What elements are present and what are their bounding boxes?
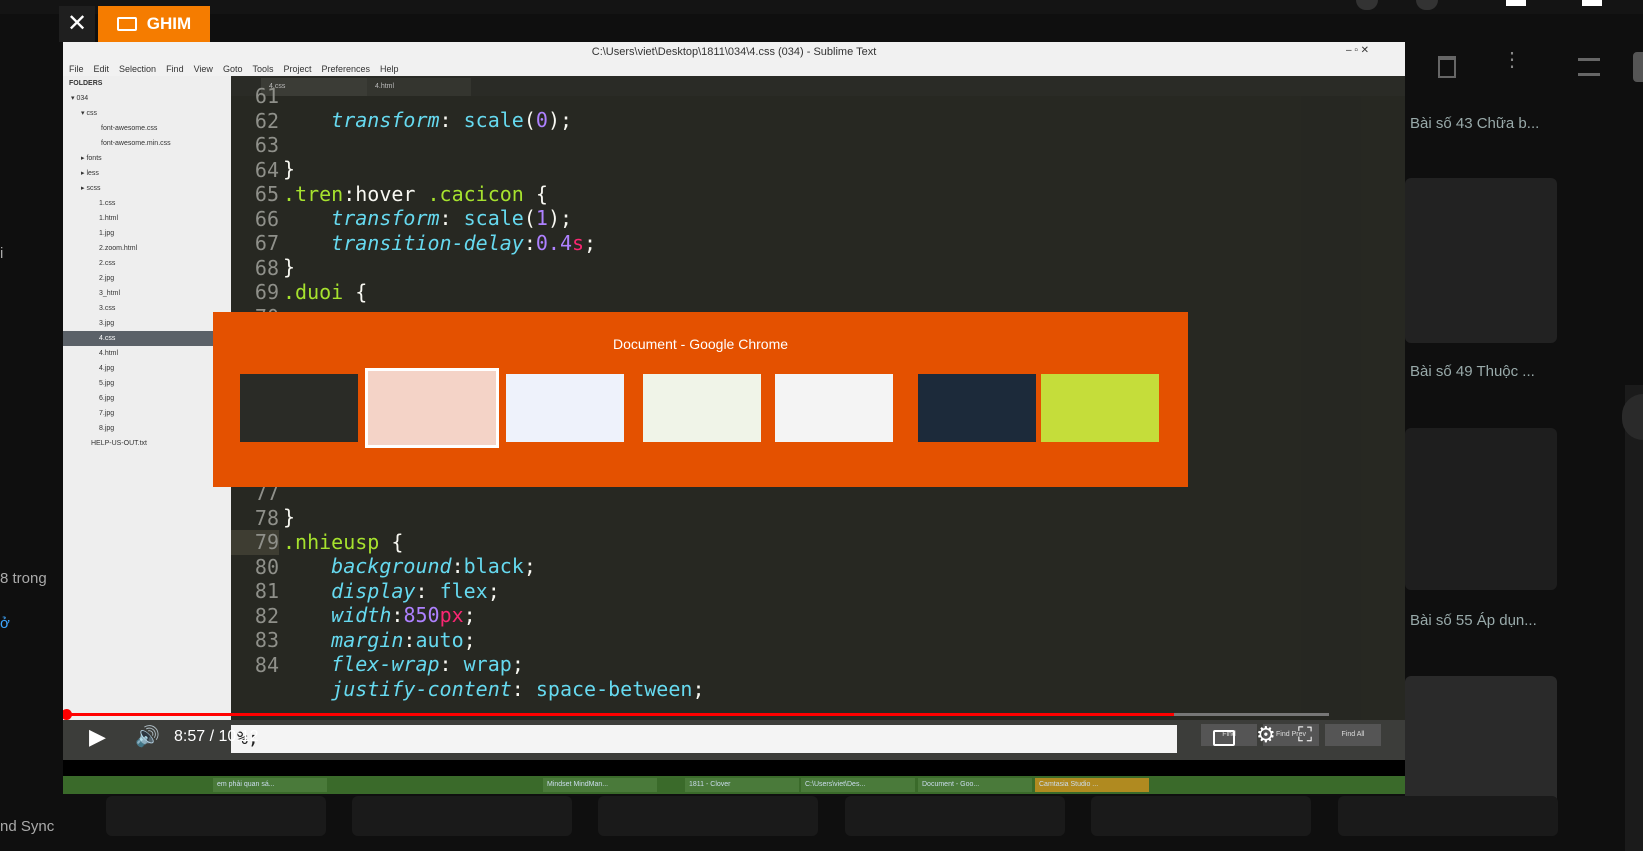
video-thumbnail[interactable]: [1091, 796, 1311, 836]
taskbar-item[interactable]: Document - Goo...: [918, 778, 1032, 792]
tree-item[interactable]: 2.jpg: [63, 271, 231, 286]
tree-item[interactable]: 1.html: [63, 211, 231, 226]
menu-item[interactable]: Help: [380, 64, 399, 74]
sublime-menubar: File Edit Selection Find View Goto Tools…: [63, 62, 1405, 76]
video-thumbnail[interactable]: [845, 796, 1065, 836]
background-header: [0, 0, 1643, 14]
menu-item[interactable]: Project: [283, 64, 311, 74]
tree-item[interactable]: HELP-US-OUT.txt: [63, 436, 231, 451]
switcher-window-clover[interactable]: [643, 374, 761, 442]
switcher-window-desktop[interactable]: [1041, 374, 1159, 442]
video-player[interactable]: C:\Users\viet\Desktop\1811\034\4.css (03…: [63, 42, 1405, 794]
taskbar-item[interactable]: 1811 - Clover: [685, 778, 799, 792]
menu-item[interactable]: Find: [166, 64, 184, 74]
tree-item-selected[interactable]: 4.css: [63, 331, 231, 346]
line-gutter-bottom: 77 78 79 80 81 82 83 84: [231, 481, 279, 697]
tree-item[interactable]: 2.zoom.html: [63, 241, 231, 256]
tree-item[interactable]: 3_html: [63, 286, 231, 301]
taskbar-item[interactable]: Camtasia Studio ...: [1035, 778, 1149, 792]
taskbar-item[interactable]: em phải quan sá...: [213, 778, 327, 792]
pin-label: GHIM: [146, 14, 192, 33]
pin-icon: [116, 17, 137, 31]
scrollbar[interactable]: [1625, 385, 1643, 851]
background-text: nd Sync: [0, 818, 55, 835]
code-content-bottom: } .nhieusp { background:black; display: f…: [283, 505, 705, 701]
tree-item[interactable]: 2.css: [63, 256, 231, 271]
tree-item[interactable]: 4.html: [63, 346, 231, 361]
video-thumbnail[interactable]: [106, 796, 326, 836]
video-thumbnail[interactable]: [352, 796, 572, 836]
tree-item[interactable]: 4.jpg: [63, 361, 231, 376]
menu-item[interactable]: Tools: [252, 64, 273, 74]
suggestion-title[interactable]: Bài số 49 Thuộc ...: [1410, 363, 1550, 380]
list-icon[interactable]: [1578, 58, 1600, 76]
add-icon[interactable]: [1506, 0, 1526, 6]
time-display: 8:57 / 10:12: [174, 728, 259, 745]
menu-item[interactable]: File: [69, 64, 84, 74]
tree-item[interactable]: 6.jpg: [63, 391, 231, 406]
scroll-handle[interactable]: [1633, 52, 1643, 82]
tree-item[interactable]: ▾ 034: [63, 91, 231, 106]
switcher-title: Document - Google Chrome: [612, 336, 789, 352]
suggestion-thumbnail[interactable]: [1405, 178, 1557, 343]
menu-item[interactable]: Goto: [223, 64, 243, 74]
tree-item[interactable]: ▸ fonts: [63, 151, 231, 166]
play-icon[interactable]: ▶: [89, 724, 106, 750]
tree-item[interactable]: font-awesome.min.css: [63, 136, 231, 151]
volume-icon[interactable]: 🔊: [135, 724, 160, 749]
delete-icon[interactable]: [1438, 56, 1456, 78]
tree-item[interactable]: 8.jpg: [63, 421, 231, 436]
taskbar-item[interactable]: Mindset MindMan...: [543, 778, 657, 792]
window-controls[interactable]: ‒ ▫ ✕: [1346, 45, 1369, 56]
tree-item[interactable]: 1.css: [63, 196, 231, 211]
captions-icon[interactable]: [1213, 730, 1235, 746]
menu-icon[interactable]: [1582, 0, 1602, 6]
find-input[interactable]: %;: [231, 725, 1177, 753]
taskbar-item[interactable]: C:\Users\viet\Des...: [801, 778, 915, 792]
more-icon[interactable]: ⋮: [1502, 50, 1522, 78]
suggestion-title[interactable]: Bài số 43 Chữa b...: [1410, 115, 1550, 132]
find-all-button[interactable]: Find All: [1325, 724, 1381, 746]
pin-button[interactable]: GHIM: [98, 6, 210, 42]
tree-item[interactable]: ▾ css: [63, 106, 231, 121]
tree-item[interactable]: 3.jpg: [63, 316, 231, 331]
progress-bar[interactable]: [71, 713, 1174, 716]
menu-item[interactable]: Selection: [119, 64, 156, 74]
switcher-window-chrome-selected[interactable]: [365, 368, 499, 448]
switcher-window-mindmanager[interactable]: [506, 374, 624, 442]
settings-gear-icon[interactable]: ⚙: [1256, 722, 1276, 748]
tree-item[interactable]: font-awesome.css: [63, 121, 231, 136]
suggestion-title[interactable]: Bài số 55 Áp dụn...: [1410, 612, 1550, 629]
tree-item[interactable]: 1.jpg: [63, 226, 231, 241]
background-text: 8 trong: [0, 570, 47, 587]
suggestion-thumbnail[interactable]: [1405, 428, 1557, 590]
tree-item[interactable]: 7.jpg: [63, 406, 231, 421]
switcher-window-sublime[interactable]: [240, 374, 358, 442]
file-sidebar: FOLDERS ▾ 034 ▾ css font-awesome.css fon…: [63, 76, 231, 720]
folders-label: FOLDERS: [69, 80, 103, 87]
tree-item[interactable]: 5.jpg: [63, 376, 231, 391]
tree-item[interactable]: ▸ scss: [63, 181, 231, 196]
close-button[interactable]: ✕: [59, 6, 95, 42]
fullscreen-icon[interactable]: ⛶: [1298, 724, 1312, 747]
minimap[interactable]: [1301, 96, 1361, 720]
video-thumbnail[interactable]: [598, 796, 818, 836]
tree-item[interactable]: ▸ less: [63, 166, 231, 181]
menu-item[interactable]: Preferences: [321, 64, 370, 74]
window-switcher: Document - Google Chrome: [213, 312, 1188, 487]
sublime-titlebar: C:\Users\viet\Desktop\1811\034\4.css (03…: [63, 42, 1405, 62]
tab-4-html[interactable]: 4.html: [367, 78, 471, 96]
background-link[interactable]: ở: [0, 615, 10, 632]
switcher-window-camtasia[interactable]: [918, 374, 1036, 442]
background-text: i: [0, 245, 4, 262]
tree-item[interactable]: 3.css: [63, 301, 231, 316]
switcher-window-chrome[interactable]: [775, 374, 893, 442]
tab-bar: 4.css 4.html: [231, 76, 1405, 96]
menu-item[interactable]: View: [194, 64, 213, 74]
video-thumbnail[interactable]: [1338, 796, 1558, 836]
menu-item[interactable]: Edit: [94, 64, 110, 74]
